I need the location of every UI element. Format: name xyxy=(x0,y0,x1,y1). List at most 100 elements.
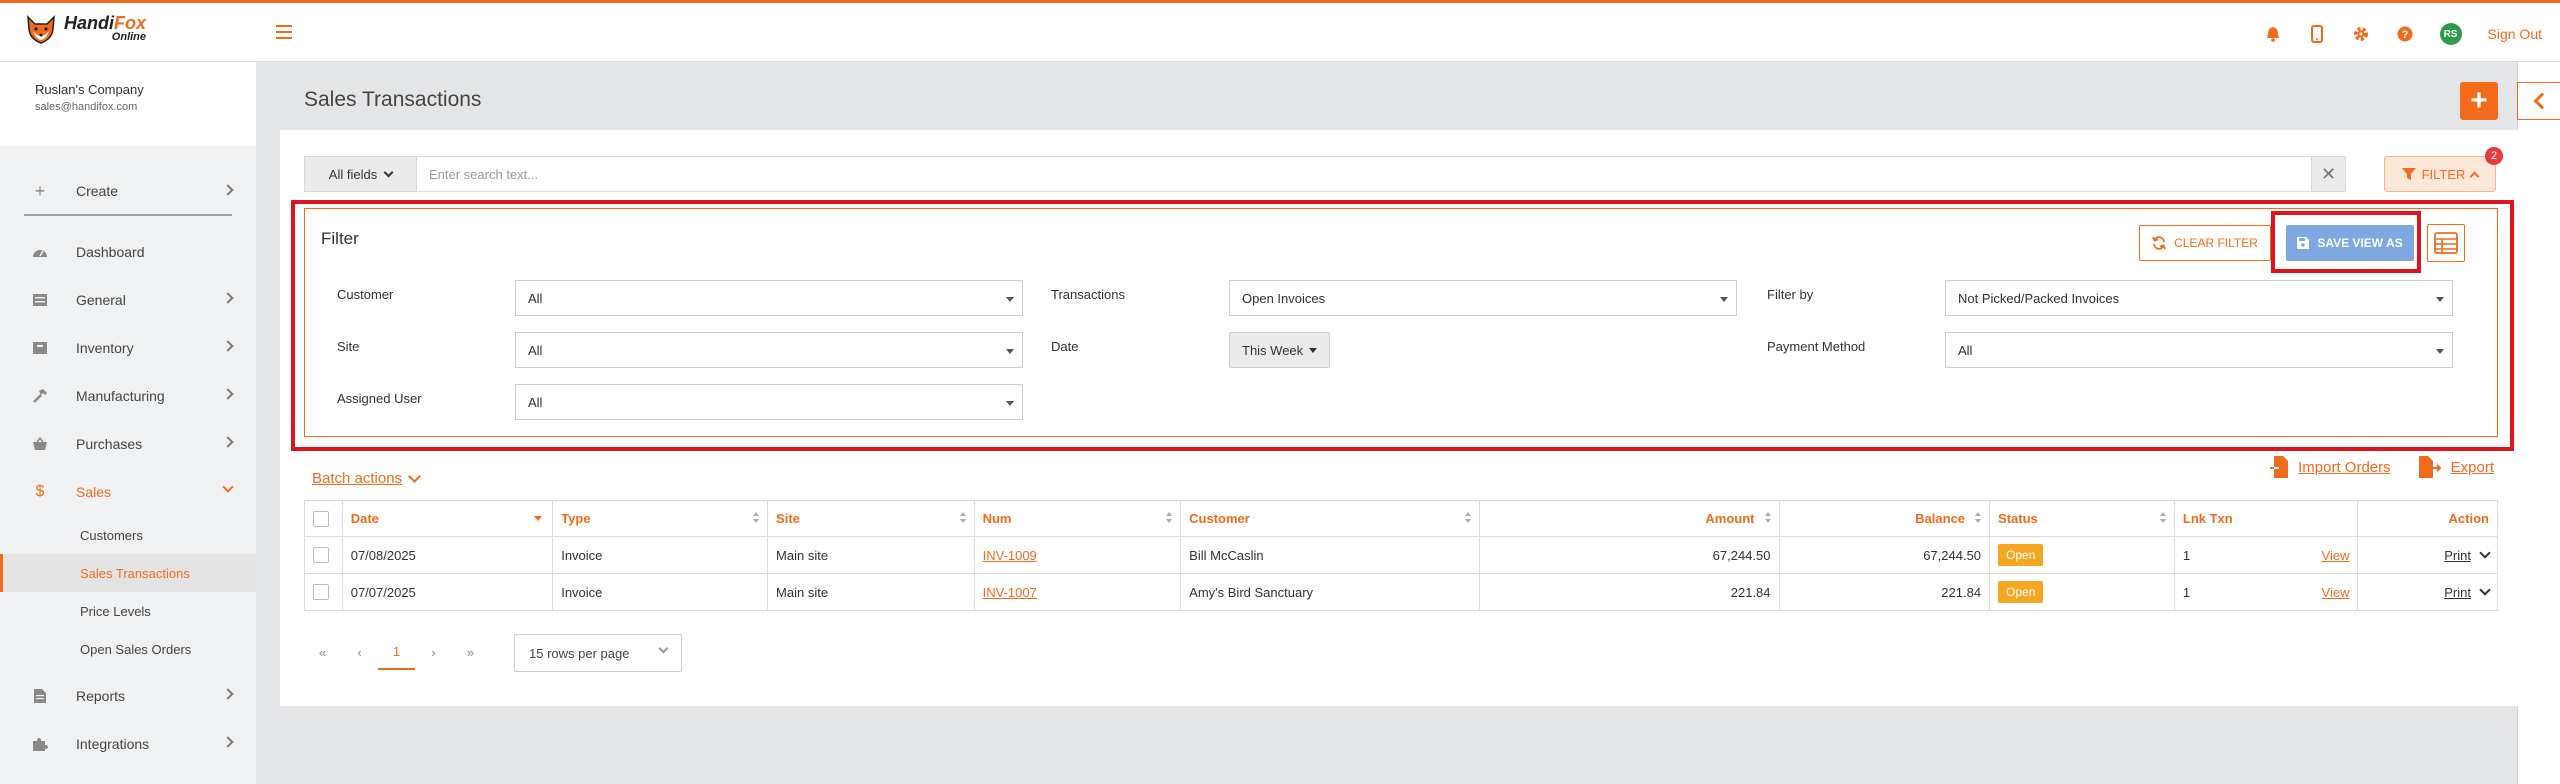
prev-page-button[interactable]: ‹ xyxy=(341,634,378,670)
row-checkbox[interactable] xyxy=(313,584,329,600)
chevron-down-icon xyxy=(2479,546,2491,559)
filter-toggle-label: FILTER xyxy=(2421,166,2466,182)
first-page-button[interactable]: « xyxy=(304,634,341,670)
col-date[interactable]: Date xyxy=(341,500,554,537)
sidebar-item-integrations[interactable]: Integrations xyxy=(0,720,256,768)
print-label: Print xyxy=(2444,584,2471,600)
cell-date: 07/07/2025 xyxy=(341,573,554,611)
table-row[interactable]: 07/07/2025 Invoice Main site INV-1007 Am… xyxy=(304,573,2498,611)
search-fields-dropdown[interactable]: All fields xyxy=(305,157,417,191)
print-dropdown[interactable]: Print xyxy=(2444,546,2491,563)
col-amount[interactable]: Amount xyxy=(1479,500,1780,537)
table-row[interactable]: 07/08/2025 Invoice Main site INV-1009 Bi… xyxy=(304,536,2498,574)
company-info: Ruslan's Company sales@handifox.com xyxy=(0,62,256,146)
chevron-left-icon xyxy=(2533,92,2551,110)
sidebar-subitem-customers[interactable]: Customers xyxy=(0,516,256,554)
export-label: Export xyxy=(2450,458,2494,476)
chevron-up-icon xyxy=(2469,171,2480,181)
export-link[interactable]: Export xyxy=(2418,456,2494,478)
company-name: Ruslan's Company xyxy=(35,82,144,97)
report-icon xyxy=(32,688,48,704)
next-page-button[interactable]: › xyxy=(415,634,452,670)
chevron-down-icon xyxy=(408,469,421,483)
handifox-logo[interactable]: HandiFox Online xyxy=(24,13,146,45)
bell-icon[interactable] xyxy=(2264,25,2282,43)
col-action: Action xyxy=(2357,500,2498,537)
sidebar-item-purchases[interactable]: Purchases xyxy=(0,420,256,468)
select-all-cell xyxy=(304,500,343,537)
col-num[interactable]: Num xyxy=(973,500,1182,537)
sort-icon xyxy=(1764,512,1771,524)
cell-lnk-txn: 1 xyxy=(2182,547,2191,563)
dollar-icon: $ xyxy=(35,483,45,500)
col-customer[interactable]: Customer xyxy=(1180,500,1481,537)
sidebar-subitem-price-levels[interactable]: Price Levels xyxy=(0,592,256,630)
sidebar-item-label: Inventory xyxy=(76,340,134,356)
import-orders-label: Import Orders xyxy=(2298,458,2391,476)
sidebar-item-label: General xyxy=(76,292,126,308)
rows-per-page-dropdown[interactable]: 15 rows per page xyxy=(514,634,682,672)
sidebar-item-general[interactable]: General xyxy=(0,276,256,324)
filter-toggle-button[interactable]: FILTER 2 xyxy=(2384,147,2503,192)
avatar[interactable]: RS xyxy=(2439,23,2462,45)
gear-icon[interactable] xyxy=(2352,25,2370,43)
col-type[interactable]: Type xyxy=(552,500,769,537)
inventory-icon xyxy=(32,340,48,356)
sidebar-subitem-open-sales-orders[interactable]: Open Sales Orders xyxy=(0,630,256,668)
add-transaction-button[interactable]: + xyxy=(2460,82,2498,120)
sidebar-item-manufacturing[interactable]: Manufacturing xyxy=(0,372,256,420)
header-label: Num xyxy=(982,511,1012,526)
col-lnk-txn: Lnk Txn xyxy=(2173,500,2359,537)
help-icon[interactable]: ? xyxy=(2396,25,2414,43)
view-link[interactable]: View xyxy=(2322,585,2350,600)
cell-customer: Amy's Bird Sanctuary xyxy=(1180,573,1481,611)
clear-search-button[interactable]: ✕ xyxy=(2311,157,2345,191)
basket-icon xyxy=(32,436,48,452)
last-page-button[interactable]: » xyxy=(452,634,489,670)
chevron-down-icon xyxy=(383,167,394,177)
company-email: sales@handifox.com xyxy=(35,101,138,113)
row-checkbox[interactable] xyxy=(313,547,329,563)
view-link[interactable]: View xyxy=(2322,548,2350,563)
search-input[interactable] xyxy=(417,157,2311,191)
page-title: Sales Transactions xyxy=(304,88,482,111)
col-status[interactable]: Status xyxy=(1989,500,2175,537)
sidebar-item-reports[interactable]: Reports xyxy=(0,672,256,720)
hammer-icon xyxy=(32,388,48,404)
brand-name-a: Handi xyxy=(64,13,115,33)
cell-amount: 221.84 xyxy=(1479,573,1780,611)
sidebar-subitem-sales-transactions[interactable]: Sales Transactions xyxy=(0,554,256,592)
print-dropdown[interactable]: Print xyxy=(2444,583,2491,600)
cell-customer: Bill McCaslin xyxy=(1180,536,1481,574)
cell-amount: 67,244.50 xyxy=(1479,536,1780,574)
pagination: « ‹ 1 › » xyxy=(304,634,489,670)
sort-desc-icon xyxy=(534,516,543,521)
batch-actions-dropdown[interactable]: Batch actions xyxy=(312,469,421,487)
sort-icon xyxy=(1975,512,1982,524)
search-fields-label: All fields xyxy=(328,166,378,182)
sidebar-item-inventory[interactable]: Inventory xyxy=(0,324,256,372)
collapse-panel-button[interactable] xyxy=(2517,82,2560,120)
current-page[interactable]: 1 xyxy=(378,634,415,670)
sidebar-item-label: Manufacturing xyxy=(76,388,165,404)
import-orders-link[interactable]: Import Orders xyxy=(2270,456,2391,478)
menu-toggle-icon[interactable] xyxy=(276,25,292,39)
col-balance[interactable]: Balance xyxy=(1778,500,1991,537)
invoice-number-link[interactable]: INV-1007 xyxy=(983,585,1037,600)
filter-count-badge: 2 xyxy=(2485,147,2503,165)
sidebar-item-dashboard[interactable]: Dashboard xyxy=(0,228,256,276)
sidebar-item-sales[interactable]: $ Sales xyxy=(0,468,256,516)
select-all-checkbox[interactable] xyxy=(313,510,329,527)
mobile-icon[interactable] xyxy=(2308,25,2326,43)
cell-balance: 67,244.50 xyxy=(1778,536,1991,574)
sidebar: Ruslan's Company sales@handifox.com + Cr… xyxy=(0,62,256,784)
col-site[interactable]: Site xyxy=(767,500,975,537)
cell-site: Main site xyxy=(767,573,975,611)
sign-out-link[interactable]: Sign Out xyxy=(2488,26,2542,42)
sidebar-item-create[interactable]: + Create xyxy=(24,168,234,216)
export-file-icon xyxy=(2418,456,2441,478)
svg-text:?: ? xyxy=(2401,29,2408,41)
cell-balance: 221.84 xyxy=(1778,573,1991,611)
header-label: Amount xyxy=(1705,511,1755,526)
invoice-number-link[interactable]: INV-1009 xyxy=(983,548,1037,563)
